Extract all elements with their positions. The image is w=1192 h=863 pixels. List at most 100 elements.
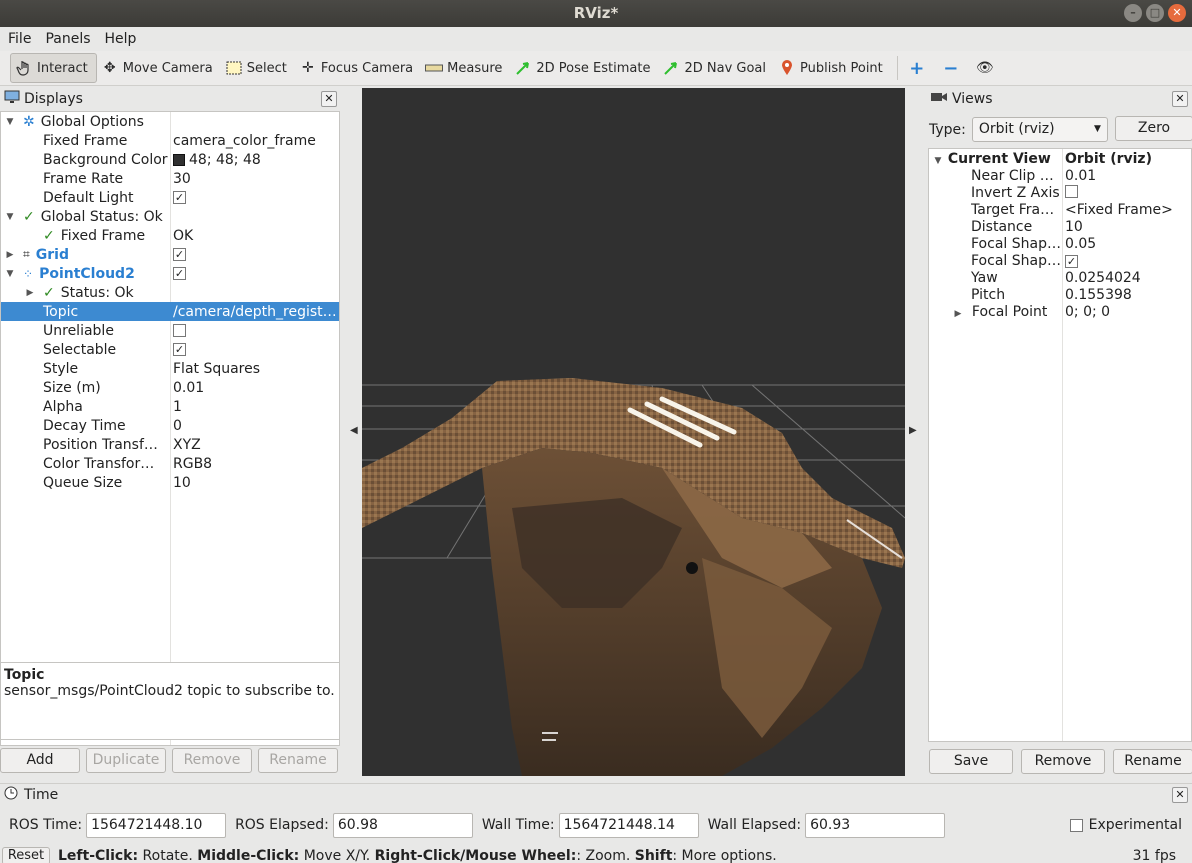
- view-row-pitch[interactable]: Pitch 0.155398: [929, 287, 1191, 304]
- displays-buttons: Add Duplicate Remove Rename: [0, 748, 341, 774]
- tree-row-global-options[interactable]: ▼ ✲ Global Options: [1, 112, 339, 131]
- ros-elapsed-label: ROS Elapsed:: [235, 817, 329, 833]
- tree-row-color-transformer[interactable]: Color Transfor… RGB8: [1, 454, 339, 473]
- move-arrows-icon: ✥: [103, 60, 116, 76]
- menu-panels[interactable]: Panels: [41, 31, 94, 47]
- add-tool-button[interactable]: +: [904, 53, 938, 83]
- view-row-focal-shape-fixed[interactable]: Focal Shap… ✓: [929, 253, 1191, 270]
- tree-row-background-color[interactable]: Background Color 48; 48; 48: [1, 150, 339, 169]
- invert-z-checkbox[interactable]: [1065, 185, 1078, 198]
- ros-elapsed-field[interactable]: 60.98: [332, 812, 473, 838]
- collapse-arrow-icon[interactable]: ▼: [5, 269, 15, 279]
- view-row-focal-point[interactable]: ▶ Focal Point 0; 0; 0: [929, 304, 1191, 321]
- view-options-button[interactable]: 👁: [972, 53, 1006, 83]
- collapse-left-icon[interactable]: ◀: [350, 425, 358, 436]
- default-light-checkbox[interactable]: ✓: [173, 191, 186, 204]
- publish-point-tool-button[interactable]: Publish Point: [774, 53, 891, 83]
- maximize-icon[interactable]: □: [1146, 4, 1164, 22]
- grid-enabled-checkbox[interactable]: ✓: [173, 248, 186, 261]
- interact-tool-button[interactable]: Interact: [10, 53, 97, 83]
- remove-button[interactable]: Remove: [172, 748, 252, 773]
- tree-row-position-transformer[interactable]: Position Transf… XYZ: [1, 435, 339, 454]
- view-row-near-clip[interactable]: Near Clip … 0.01: [929, 168, 1191, 185]
- close-icon[interactable]: ✕: [321, 91, 337, 107]
- select-tool-button[interactable]: Select: [221, 53, 295, 83]
- rename-view-button[interactable]: Rename: [1113, 749, 1192, 774]
- minimize-icon[interactable]: –: [1124, 4, 1142, 22]
- expand-arrow-icon[interactable]: ▶: [25, 288, 35, 298]
- rename-button[interactable]: Rename: [258, 748, 338, 773]
- tree-row-fixed-frame[interactable]: Fixed Frame camera_color_frame: [1, 131, 339, 150]
- toolbar: Interact ✥ Move Camera Select ✛ Focus Ca…: [0, 51, 1192, 86]
- view-row-distance[interactable]: Distance 10: [929, 219, 1191, 236]
- render-viewport[interactable]: [362, 88, 905, 776]
- save-view-button[interactable]: Save: [929, 749, 1013, 774]
- tree-row-alpha[interactable]: Alpha 1: [1, 397, 339, 416]
- remove-view-button[interactable]: Remove: [1021, 749, 1105, 774]
- wall-elapsed-field[interactable]: 60.93: [805, 812, 946, 838]
- expand-arrow-icon[interactable]: ▶: [5, 250, 15, 260]
- displays-title: Displays: [24, 91, 83, 107]
- collapse-right-icon[interactable]: ▶: [909, 425, 917, 436]
- collapse-arrow-icon[interactable]: ▼: [5, 212, 15, 222]
- tree-row-pointcloud2[interactable]: ▼ ⁘ PointCloud2 ✓: [1, 264, 339, 283]
- tree-row-frame-rate[interactable]: Frame Rate 30: [1, 169, 339, 188]
- close-icon[interactable]: ✕: [1168, 4, 1186, 22]
- tree-row-decay-time[interactable]: Decay Time 0: [1, 416, 339, 435]
- tree-row-global-status[interactable]: ▼ ✓ Global Status: Ok: [1, 207, 339, 226]
- view-row-target-frame[interactable]: Target Fra… <Fixed Frame>: [929, 202, 1191, 219]
- focal-shape-checkbox[interactable]: ✓: [1065, 255, 1078, 268]
- menu-help[interactable]: Help: [101, 31, 141, 47]
- green-arrow-icon: [514, 59, 532, 77]
- measure-tool-button[interactable]: Measure: [421, 53, 510, 83]
- wall-elapsed-label: Wall Elapsed:: [707, 817, 802, 833]
- tree-row-style[interactable]: Style Flat Squares: [1, 359, 339, 378]
- property-description: Topic sensor_msgs/PointCloud2 topic to s…: [0, 662, 340, 740]
- reset-button[interactable]: Reset: [2, 847, 50, 863]
- unreliable-checkbox[interactable]: [173, 324, 186, 337]
- move-camera-tool-button[interactable]: ✥ Move Camera: [97, 53, 221, 83]
- remove-tool-button[interactable]: −: [938, 53, 972, 83]
- focus-camera-tool-button[interactable]: ✛ Focus Camera: [295, 53, 421, 83]
- view-type-label: Type:: [929, 121, 966, 138]
- tree-row-status-fixed-frame[interactable]: ✓ Fixed Frame OK: [1, 226, 339, 245]
- title-bar: RViz* – □ ✕: [0, 0, 1192, 27]
- menu-file[interactable]: File: [4, 31, 35, 47]
- views-tree[interactable]: ▼ Current View Orbit (rviz) Near Clip … …: [928, 148, 1192, 742]
- view-type-row: Type: Orbit (rviz) ▼: [929, 117, 1108, 142]
- nav-goal-tool-button[interactable]: 2D Nav Goal: [658, 53, 774, 83]
- fps-readout: 31 fps: [1132, 848, 1176, 863]
- tree-row-status-ok[interactable]: ▶ ✓ Status: Ok: [1, 283, 339, 302]
- tree-row-grid[interactable]: ▶ ⌗ Grid ✓: [1, 245, 339, 264]
- selectable-checkbox[interactable]: ✓: [173, 343, 186, 356]
- crosshair-icon: ✛: [301, 60, 314, 76]
- ros-time-field[interactable]: 1564721448.10: [86, 812, 227, 838]
- tree-row-unreliable[interactable]: Unreliable: [1, 321, 339, 340]
- tree-row-size[interactable]: Size (m) 0.01: [1, 378, 339, 397]
- view-row-focal-shape-size[interactable]: Focal Shap… 0.05: [929, 236, 1191, 253]
- tree-row-default-light[interactable]: Default Light ✓: [1, 188, 339, 207]
- view-type-select[interactable]: Orbit (rviz) ▼: [971, 117, 1108, 142]
- view-row-current-view[interactable]: ▼ Current View Orbit (rviz): [929, 151, 1191, 168]
- experimental-checkbox[interactable]: [1069, 818, 1083, 832]
- collapse-arrow-icon[interactable]: ▼: [933, 156, 943, 166]
- tree-row-queue-size[interactable]: Queue Size 10: [1, 473, 339, 492]
- displays-tree[interactable]: ▼ ✲ Global Options Fixed Frame camera_colo…: [0, 111, 340, 746]
- view-row-yaw[interactable]: Yaw 0.0254024: [929, 270, 1191, 287]
- pointcloud-enabled-checkbox[interactable]: ✓: [173, 267, 186, 280]
- close-icon[interactable]: ✕: [1172, 91, 1188, 107]
- toolbar-separator: [896, 56, 898, 80]
- tree-row-selectable[interactable]: Selectable ✓: [1, 340, 339, 359]
- gear-icon: ✲: [23, 113, 35, 130]
- view-row-invert-z[interactable]: Invert Z Axis: [929, 185, 1191, 202]
- zero-button[interactable]: Zero: [1115, 116, 1192, 141]
- tree-row-topic[interactable]: Topic /camera/depth_regist…: [1, 302, 339, 321]
- wall-time-field[interactable]: 1564721448.14: [558, 812, 699, 838]
- duplicate-button[interactable]: Duplicate: [86, 748, 166, 773]
- add-button[interactable]: Add: [0, 748, 80, 773]
- close-icon[interactable]: ✕: [1172, 787, 1188, 803]
- pose-estimate-tool-button[interactable]: 2D Pose Estimate: [510, 53, 658, 83]
- color-swatch[interactable]: [173, 153, 185, 166]
- collapse-arrow-icon[interactable]: ▼: [5, 117, 15, 127]
- expand-arrow-icon[interactable]: ▶: [953, 309, 963, 319]
